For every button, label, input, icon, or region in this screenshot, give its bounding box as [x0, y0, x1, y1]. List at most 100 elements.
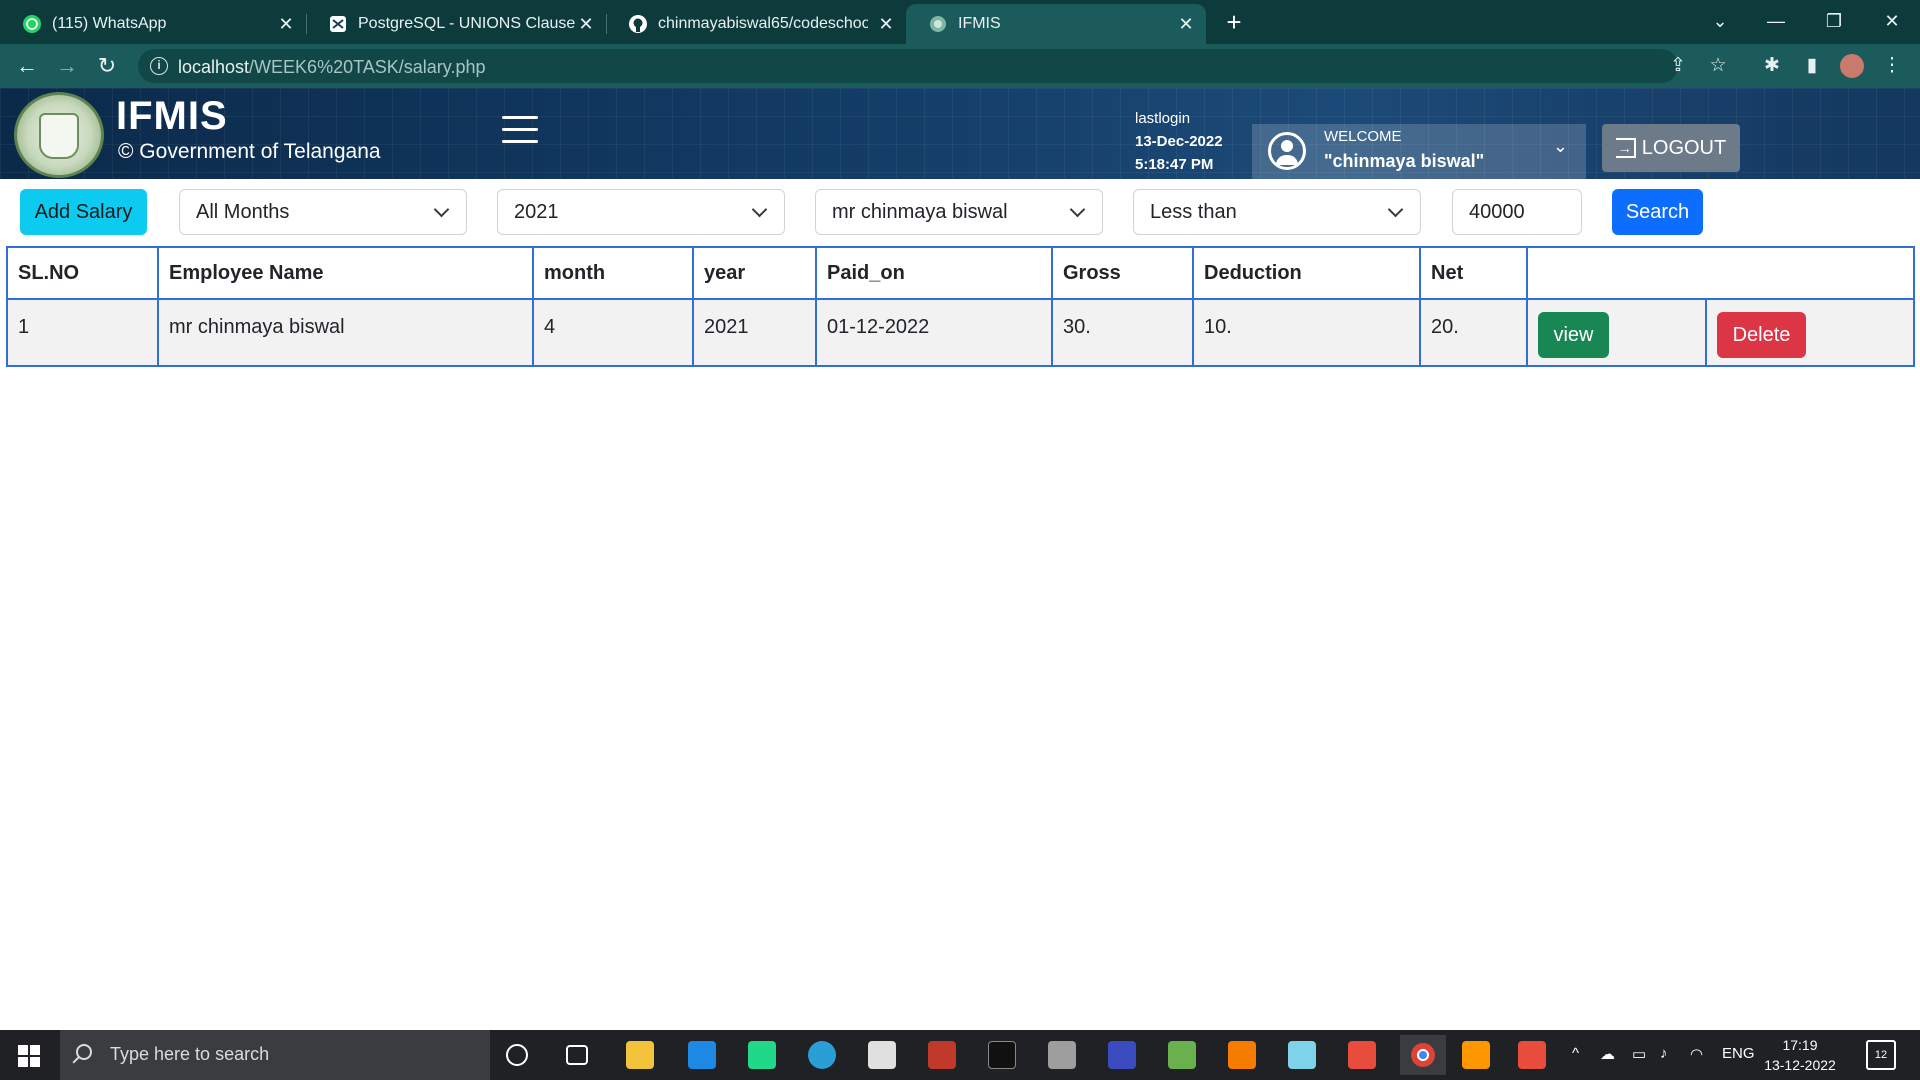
lastlogin-date: 13-Dec-2022 — [1135, 133, 1223, 150]
wifi-icon[interactable]: ◠ — [1690, 1045, 1703, 1063]
month-select-value: All Months — [196, 201, 290, 223]
tray-chevron-up-icon[interactable]: ^ — [1572, 1045, 1579, 1062]
postgres-icon — [328, 14, 348, 34]
minimize-button[interactable]: — — [1748, 6, 1804, 36]
hamburger-menu-icon[interactable] — [502, 116, 538, 146]
chevron-down-icon — [752, 190, 768, 234]
windows-taskbar: Type here to search ^ ☁ ▭ ♪ ◠ ENG 17:19 … — [0, 1030, 1920, 1080]
new-tab-button[interactable]: + — [1220, 9, 1248, 37]
tab-title: (115) WhatsApp — [52, 15, 167, 32]
month-select[interactable]: All Months — [179, 189, 467, 235]
column-header-sl-no: SL.NO — [6, 246, 159, 300]
cell-paid-on: 01-12-2022 — [815, 298, 1053, 367]
employee-select-value: mr chinmaya biswal — [832, 201, 1008, 223]
dev-cpp-icon[interactable] — [1108, 1041, 1136, 1069]
globe-icon — [928, 14, 948, 34]
close-icon[interactable]: ✕ — [576, 14, 596, 34]
chrome-icon[interactable] — [1400, 1035, 1446, 1075]
file-explorer-icon[interactable] — [626, 1041, 654, 1069]
cell-year: 2021 — [692, 298, 817, 367]
close-icon[interactable]: ✕ — [276, 14, 296, 34]
year-select[interactable]: 2021 — [497, 189, 785, 235]
tab-title: PostgreSQL - UNIONS Clause — [358, 15, 576, 32]
logout-button[interactable]: → LOGOUT — [1602, 124, 1740, 172]
git-gui-icon[interactable] — [1518, 1041, 1546, 1069]
onedrive-icon[interactable]: ☁ — [1600, 1045, 1615, 1063]
tab-title: IFMIS — [958, 15, 1001, 32]
cortana-icon[interactable] — [506, 1044, 528, 1066]
share-icon[interactable]: ⇪ — [1666, 54, 1690, 78]
url-text: localhost/WEEK6%20TASK/salary.php — [178, 57, 485, 78]
add-salary-button[interactable]: Add Salary — [20, 189, 147, 235]
view-button[interactable]: view — [1538, 312, 1609, 358]
edge-icon[interactable] — [808, 1041, 836, 1069]
app-icon-red[interactable] — [928, 1041, 956, 1069]
cell-deduction: 10. — [1192, 298, 1421, 367]
close-icon[interactable]: ✕ — [876, 14, 896, 34]
xampp-icon[interactable] — [1228, 1041, 1256, 1069]
browser-toolbar: ← → ↻ i localhost/WEEK6%20TASK/salary.ph… — [0, 44, 1920, 88]
app-icon-gray[interactable] — [1048, 1041, 1076, 1069]
volume-icon[interactable]: ♪ — [1660, 1045, 1668, 1062]
tab-search-chevron-icon[interactable]: ⌄ — [1692, 6, 1748, 36]
menu-kebab-icon[interactable]: ⋮ — [1880, 54, 1904, 78]
column-header-year: year — [692, 246, 817, 300]
app-icon-blue[interactable] — [1288, 1041, 1316, 1069]
tab-ifmis[interactable]: IFMIS ✕ — [906, 4, 1206, 44]
notification-center-icon[interactable]: 12 — [1866, 1040, 1896, 1070]
windows-start-icon[interactable] — [18, 1045, 40, 1067]
salary-filter-bar: Add Salary All Months 2021 mr chinmaya b… — [0, 179, 1920, 245]
search-icon — [76, 1044, 92, 1060]
comparison-select-value: Less than — [1150, 201, 1237, 223]
tab-postgresql[interactable]: PostgreSQL - UNIONS Clause ✕ — [306, 4, 606, 44]
amount-input[interactable]: 40000 — [1452, 189, 1582, 235]
taskbar-search-placeholder: Type here to search — [110, 1044, 270, 1064]
pycharm-icon[interactable] — [748, 1041, 776, 1069]
close-window-button[interactable]: ✕ — [1864, 6, 1920, 36]
user-avatar-icon — [1268, 132, 1306, 170]
git-icon[interactable] — [1348, 1041, 1376, 1069]
taskbar-search-box[interactable]: Type here to search — [60, 1030, 490, 1080]
profile-avatar[interactable] — [1840, 54, 1864, 78]
restore-button[interactable]: ❐ — [1806, 6, 1862, 36]
reload-button[interactable]: ↻ — [94, 53, 120, 79]
cell-month: 4 — [532, 298, 694, 367]
cell-sl-no: 1 — [6, 298, 159, 367]
vscode-icon[interactable] — [688, 1041, 716, 1069]
mail-icon[interactable] — [868, 1041, 896, 1069]
forward-button[interactable]: → — [54, 53, 80, 79]
address-bar[interactable]: i localhost/WEEK6%20TASK/salary.php ⇪ ☆ — [138, 49, 1727, 83]
tab-github[interactable]: chinmayabiswal65/codeschool_b ✕ — [606, 4, 906, 44]
chevron-down-icon — [1388, 190, 1404, 234]
year-select-value: 2021 — [514, 201, 559, 223]
bookmark-star-icon[interactable]: ☆ — [1706, 54, 1730, 78]
battery-icon[interactable]: ▭ — [1632, 1045, 1646, 1063]
language-indicator[interactable]: ENG — [1722, 1045, 1755, 1062]
logout-icon: → — [1615, 138, 1636, 158]
terminal-icon[interactable] — [988, 1041, 1016, 1069]
browser-tab-strip: (115) WhatsApp ✕ PostgreSQL - UNIONS Cla… — [0, 0, 1920, 44]
delete-button[interactable]: Delete — [1717, 312, 1806, 358]
taskbar-clock[interactable]: 17:19 13-12-2022 — [1762, 1035, 1838, 1075]
comparison-select[interactable]: Less than — [1133, 189, 1421, 235]
side-panel-icon[interactable]: ▮ — [1800, 54, 1824, 78]
close-icon[interactable]: ✕ — [1176, 14, 1196, 34]
employee-select[interactable]: mr chinmaya biswal — [815, 189, 1103, 235]
task-view-icon[interactable] — [566, 1045, 588, 1065]
table-row: 1 mr chinmaya biswal 4 2021 01-12-2022 3… — [6, 298, 1915, 367]
url-path: /WEEK6%20TASK/salary.php — [249, 57, 486, 77]
notepad-icon[interactable] — [1168, 1041, 1196, 1069]
clock-date: 13-12-2022 — [1764, 1057, 1836, 1073]
lastlogin-label: lastlogin — [1135, 110, 1191, 127]
column-header-paid-on: Paid_on — [815, 246, 1053, 300]
tab-whatsapp[interactable]: (115) WhatsApp ✕ — [0, 4, 306, 44]
site-info-icon[interactable]: i — [150, 57, 168, 75]
search-button[interactable]: Search — [1612, 189, 1703, 235]
back-button[interactable]: ← — [14, 53, 40, 79]
sublime-icon[interactable] — [1462, 1041, 1490, 1069]
extensions-puzzle-icon[interactable]: ✱ — [1760, 54, 1784, 78]
lastlogin-time: 5:18:47 PM — [1135, 156, 1214, 173]
cell-delete-action: Delete — [1705, 298, 1915, 367]
welcome-label: WELCOME — [1324, 128, 1402, 145]
user-menu-dropdown[interactable]: WELCOME "chinmaya biswal" ⌄ — [1252, 124, 1586, 179]
